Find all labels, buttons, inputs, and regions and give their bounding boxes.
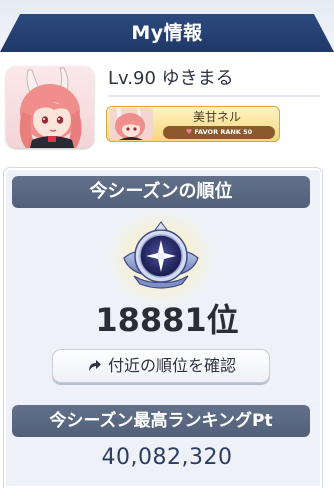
- avatar[interactable]: [6, 66, 94, 148]
- favor-rank-badge: ♥ FAVOR RANK 50: [163, 126, 275, 139]
- favor-character-card[interactable]: 美甘ネル ♥ FAVOR RANK 50: [106, 106, 280, 142]
- curved-arrow-icon: [88, 360, 101, 371]
- player-level-name: Lv.90 ゆきまる: [108, 68, 234, 89]
- favor-character-thumbnail: [109, 108, 153, 140]
- divider: [108, 95, 320, 97]
- rank-emblem-icon: [123, 221, 199, 289]
- season-best-value: 40,082,320: [101, 445, 233, 470]
- season-rank-value: 18881位: [95, 301, 239, 339]
- character-portrait-icon: [6, 66, 94, 148]
- favor-rank-label: FAVOR RANK 50: [194, 128, 253, 136]
- check-nearby-rank-button[interactable]: 付近の順位を確認: [52, 349, 270, 383]
- page-title: My情報: [131, 22, 203, 44]
- heart-icon: ♥: [185, 128, 193, 136]
- season-best-title: 今シーズン最高ランキングPt: [12, 405, 310, 437]
- header: My情報: [0, 0, 334, 52]
- character-portrait-icon: [109, 108, 153, 140]
- favor-character-name: 美甘ネル: [192, 110, 241, 124]
- check-nearby-rank-label: 付近の順位を確認: [107, 356, 236, 375]
- season-rank-title: 今シーズンの順位: [12, 176, 310, 208]
